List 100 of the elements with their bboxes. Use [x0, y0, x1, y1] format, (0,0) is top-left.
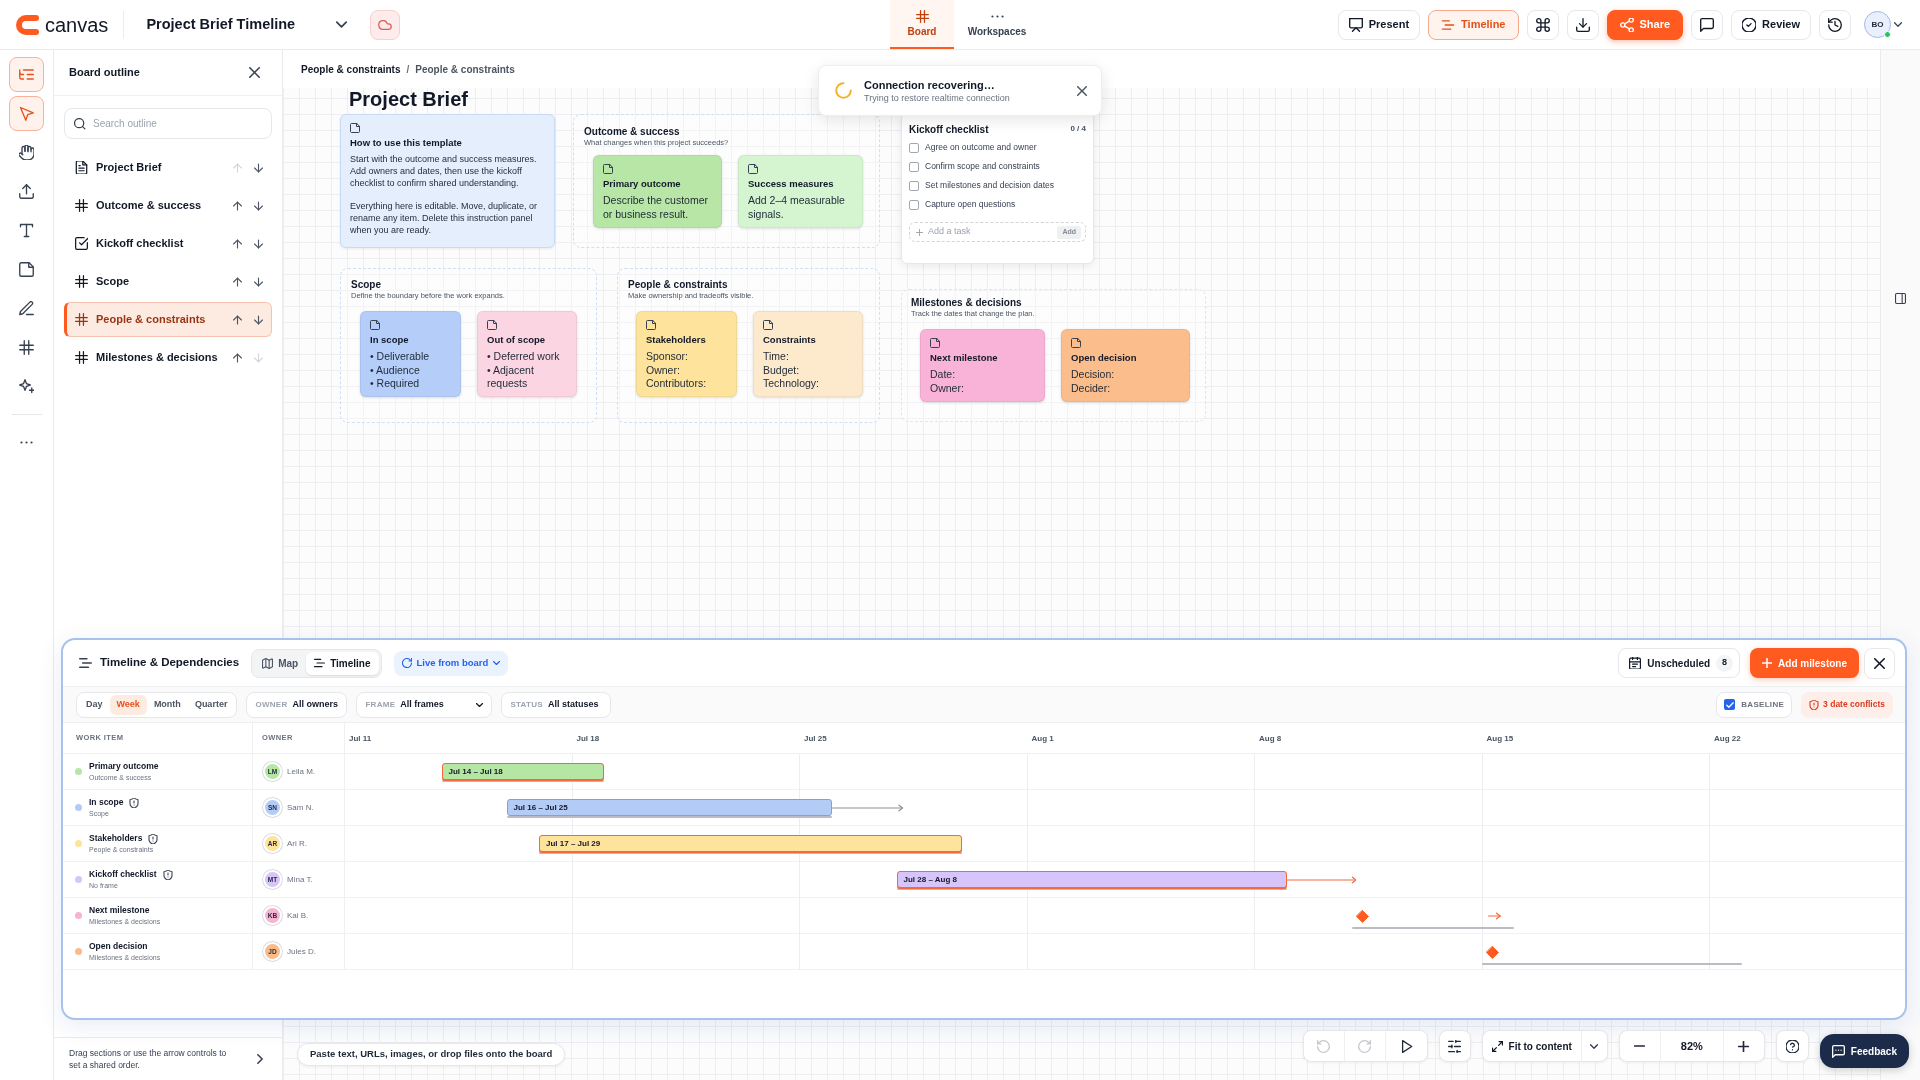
outline-item[interactable]: Kickoff checklist: [64, 226, 272, 261]
checkbox[interactable]: [1724, 699, 1736, 710]
view-tab[interactable]: Workspaces: [964, 0, 1030, 49]
frame-title: People & constraints: [628, 278, 729, 291]
breadcrumb-link[interactable]: People & constraints: [301, 61, 401, 77]
filter-dropdown[interactable]: OWNER All owners: [246, 691, 348, 718]
note-icon: [763, 320, 773, 330]
checklist-title: Kickoff checklist: [909, 122, 989, 137]
search-field[interactable]: Search outline: [64, 108, 272, 139]
work-item-name: Kickoff checklist: [89, 869, 157, 880]
milestone-diamond[interactable]: [1355, 909, 1369, 923]
feedback-button[interactable]: Feedback: [1819, 1034, 1909, 1068]
move-up-button[interactable]: [230, 198, 244, 213]
note-text: Decision:: [1071, 368, 1116, 382]
checklist-item-text: Set milestones and decision dates: [925, 180, 1054, 191]
source-dropdown[interactable]: Live from board: [393, 650, 509, 676]
close-button[interactable]: [1075, 83, 1089, 98]
checkbox[interactable]: [909, 142, 919, 153]
sync-status-button[interactable]: [370, 9, 401, 40]
toast-message: Trying to restore realtime connection: [864, 91, 1011, 104]
outline-item[interactable]: People & constraints: [64, 302, 272, 337]
move-up-button[interactable]: [230, 350, 244, 365]
hash-icon: [915, 10, 929, 23]
move-down-button[interactable]: [251, 160, 265, 175]
outline-item[interactable]: Outcome & success: [64, 188, 272, 223]
checklist-item-text: Confirm scope and constraints: [925, 161, 1040, 172]
note-icon: [1071, 338, 1081, 348]
timeline-bar[interactable]: Jul 16 – Jul 25: [506, 799, 832, 816]
checkbox[interactable]: [909, 199, 919, 210]
note-icon: [646, 320, 656, 330]
note-title: Out of scope: [487, 334, 547, 346]
frame-title: Milestones & decisions: [911, 296, 1023, 309]
cloud-icon: [378, 19, 393, 30]
close-button[interactable]: [1864, 647, 1895, 679]
help-button[interactable]: [1775, 1030, 1809, 1062]
view-tab[interactable]: Timeline: [306, 651, 379, 675]
refresh-icon: [401, 658, 412, 668]
chevron-right-icon: [256, 1054, 263, 1064]
arrow-up-icon: [232, 352, 242, 363]
presentation-icon: [1348, 17, 1363, 32]
owner-name: Kai B.: [287, 909, 309, 922]
command-button[interactable]: [1526, 9, 1559, 40]
note-text: • Required: [370, 377, 421, 391]
lines-icon: [79, 657, 92, 669]
outline-item[interactable]: Milestones & decisions: [64, 340, 272, 375]
move-up-button[interactable]: [230, 274, 244, 289]
undo-icon: [1317, 1039, 1331, 1053]
map-icon: [262, 657, 274, 669]
cursor-icon: [19, 106, 34, 121]
scale-tab[interactable]: Day: [79, 694, 110, 715]
document-icon: [75, 161, 88, 174]
filter-dropdown[interactable]: STATUS All statuses: [501, 691, 612, 718]
checkbox[interactable]: [909, 161, 919, 172]
chevron-down-icon: [335, 21, 347, 28]
share-icon: [1619, 17, 1634, 32]
owner-name: Jules D.: [287, 945, 316, 958]
view-tab[interactable]: Board: [890, 0, 954, 49]
date-label: Aug 22: [1714, 733, 1741, 745]
card-text: Start with the outcome and success measures. Add owners and dates, then use the kickoff checklist to confirm shared understanding.: [350, 153, 538, 189]
timeline-button[interactable]: Timeline: [1428, 9, 1519, 40]
outline-item[interactable]: Scope: [64, 264, 272, 299]
scale-tab[interactable]: Quarter: [187, 694, 235, 715]
move-down-button[interactable]: [251, 274, 265, 289]
timeline-bar[interactable]: Jul 28 – Aug 8: [896, 871, 1287, 888]
close-button[interactable]: [246, 64, 262, 81]
arrow-up-icon: [232, 200, 242, 211]
settings-button[interactable]: [1438, 1030, 1471, 1062]
note-text: • Adjacent requests: [487, 363, 535, 391]
outline-item[interactable]: Project Brief: [64, 150, 272, 185]
view-tab[interactable]: Map: [254, 651, 307, 675]
arrow-down-icon: [253, 314, 263, 325]
note-icon: [19, 262, 34, 277]
history-button[interactable]: [1819, 9, 1851, 40]
filter-dropdown[interactable]: FRAME All frames: [356, 691, 493, 718]
present-button[interactable]: Present: [1337, 9, 1421, 40]
timeline-bar[interactable]: Jul 14 – Jul 18: [441, 763, 604, 780]
help-icon: [1785, 1039, 1799, 1053]
move-up-button[interactable]: [230, 312, 244, 327]
unscheduled-button[interactable]: Unscheduled 8: [1618, 648, 1741, 678]
plus-icon: [1738, 1040, 1750, 1052]
conflicts-button[interactable]: 3 date conflicts: [1801, 691, 1893, 718]
chevron-down-icon: [1894, 22, 1902, 27]
checkbox[interactable]: [909, 180, 919, 191]
download-button[interactable]: [1566, 9, 1599, 40]
comments-button[interactable]: [1691, 9, 1724, 40]
scale-tab[interactable]: Month: [146, 694, 188, 715]
note-text: • Deliverable: [370, 350, 431, 364]
arrow-up-icon: [232, 162, 242, 173]
move-up-button[interactable]: [230, 236, 244, 251]
move-down-button[interactable]: [251, 312, 265, 327]
chevron-down-icon: [493, 661, 501, 665]
review-button[interactable]: Review: [1731, 9, 1811, 40]
milestone-diamond[interactable]: [1485, 945, 1499, 959]
move-down-button[interactable]: [251, 236, 265, 251]
panel-toggle-button[interactable]: [1892, 290, 1909, 306]
breadcrumb-link[interactable]: People & constraints: [415, 61, 515, 77]
baseline-toggle[interactable]: BASELINE: [1716, 691, 1793, 718]
move-down-button[interactable]: [251, 198, 265, 213]
note-text: Time:: [763, 350, 790, 364]
timeline-bar[interactable]: Jul 17 – Jul 29: [539, 835, 962, 852]
